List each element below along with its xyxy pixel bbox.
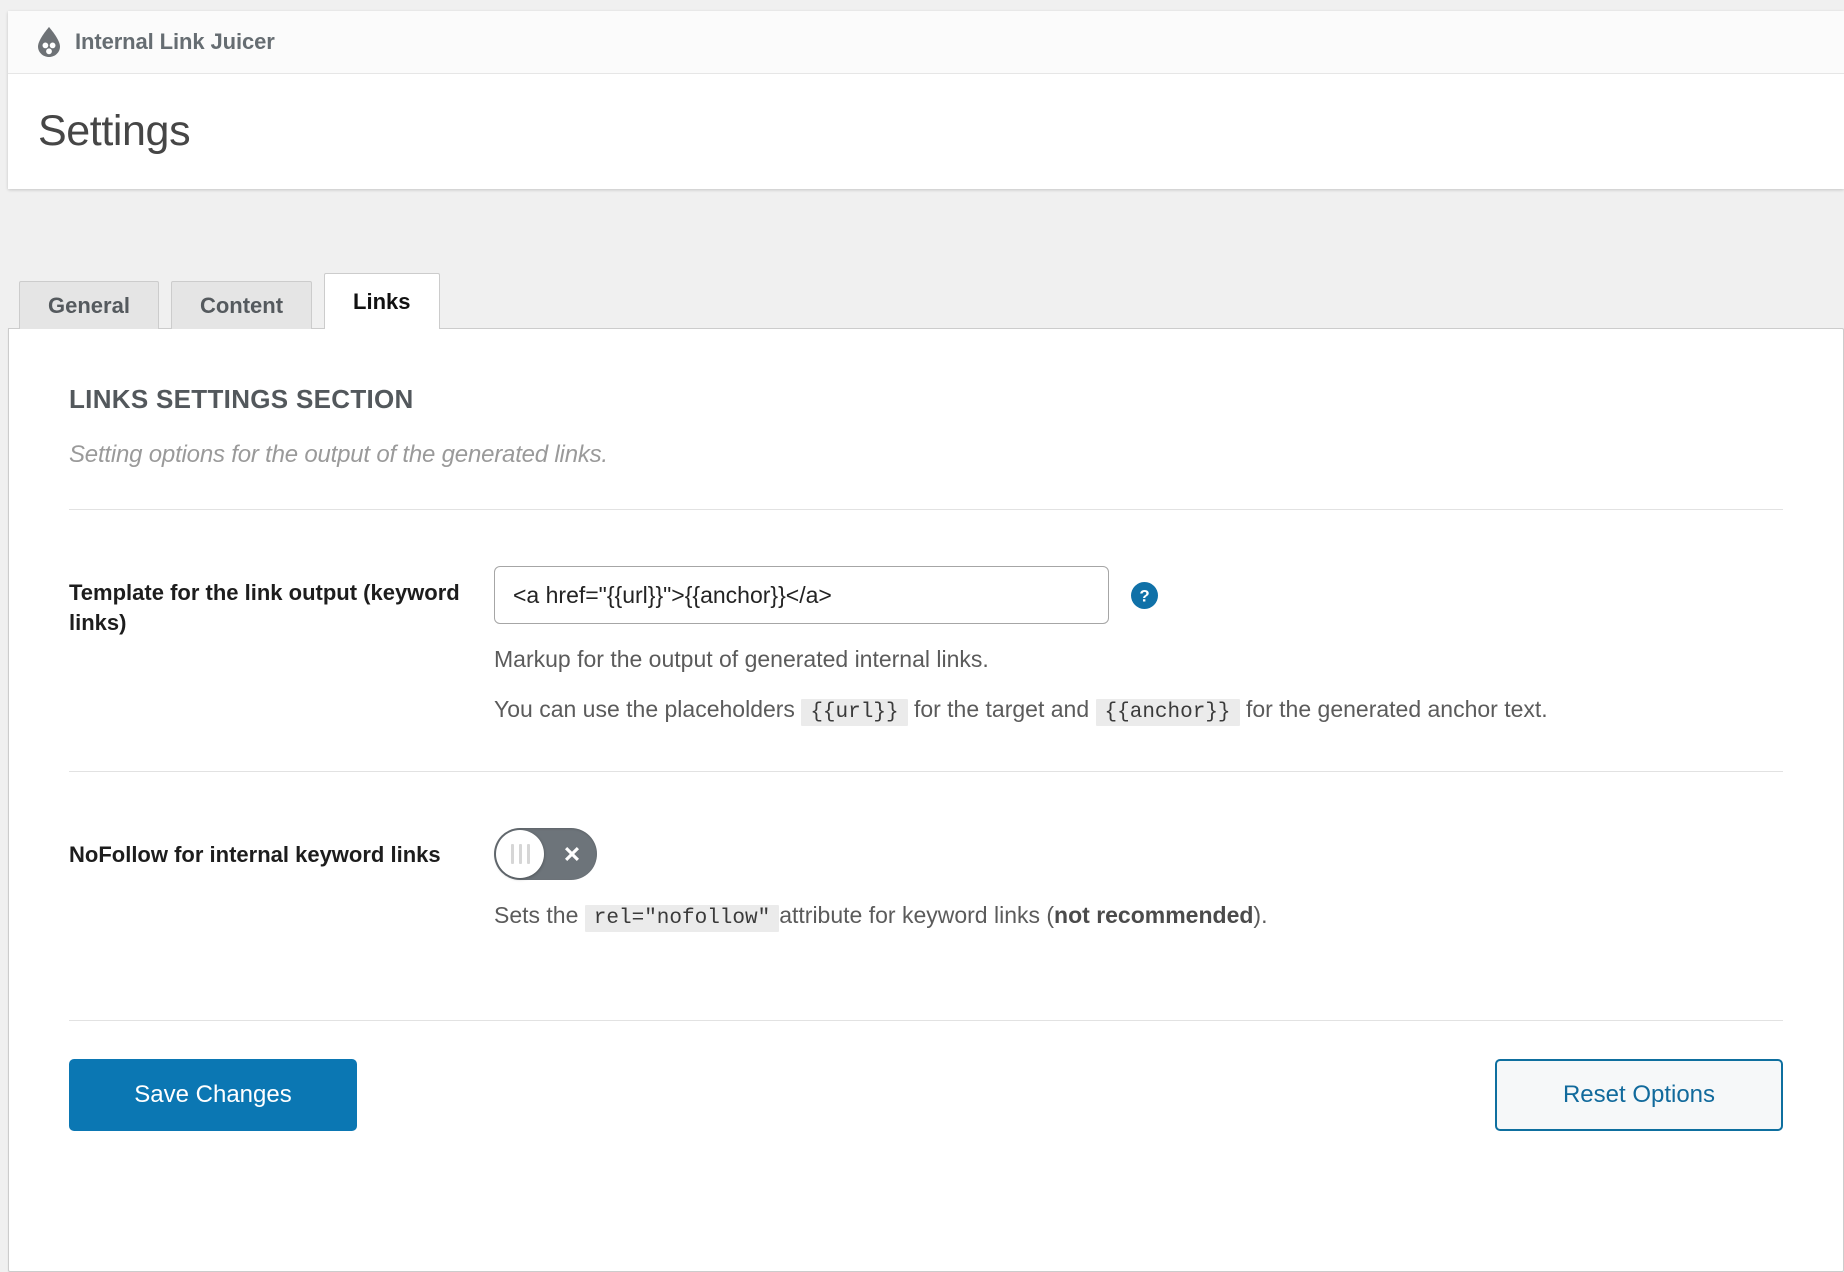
nofollow-text-bold: not recommended [1054, 902, 1254, 929]
nofollow-field-label: NoFollow for internal keyword links [69, 842, 441, 868]
section-subheading: Setting options for the output of the ge… [69, 441, 608, 468]
nofollow-toggle[interactable] [494, 828, 597, 881]
tab-content[interactable]: Content [170, 281, 313, 329]
grip-line [518, 844, 522, 865]
page-title: Settings [38, 107, 191, 155]
svg-text:?: ? [1139, 586, 1149, 605]
placeholder-anchor-code: {{anchor}} [1095, 698, 1240, 726]
nofollow-text-1: Sets the [494, 902, 579, 929]
template-field-label: Template for the link output (keyword li… [69, 580, 460, 636]
placeholders-text-3: for the generated anchor text. [1245, 695, 1548, 722]
tab-general[interactable]: General [19, 281, 159, 329]
tab-general-label: General [48, 292, 130, 318]
close-x-icon [565, 847, 579, 862]
field-row-template: Template for the link output (keyword li… [69, 510, 1783, 729]
settings-panel: LINKS SETTINGS SECTION Setting options f… [8, 328, 1844, 1272]
grip-line [526, 844, 530, 865]
question-mark-icon[interactable]: ? [1131, 581, 1158, 609]
nofollow-rel-code: rel="nofollow" [584, 905, 780, 933]
link-template-input[interactable] [494, 566, 1109, 624]
template-description: Markup for the output of generated inter… [494, 646, 989, 672]
nofollow-text-3: ). [1253, 902, 1268, 929]
tab-links[interactable]: Links [324, 273, 440, 329]
tab-content-label: Content [199, 292, 284, 318]
brand-title: Internal Link Juicer [75, 29, 275, 54]
page-title-bar: Settings [8, 74, 1844, 189]
nofollow-description: Sets the rel="nofollow" attribute for key… [494, 898, 1684, 936]
nofollow-text-2: attribute for keyword links ( [779, 902, 1055, 929]
field-row-nofollow: NoFollow for internal keyword links Sets… [69, 772, 1783, 936]
placeholders-text-2: for the target and [913, 695, 1090, 722]
toggle-knob [496, 830, 544, 879]
section-heading: LINKS SETTINGS SECTION [69, 384, 414, 414]
settings-tabs: General Content Links [19, 273, 452, 329]
plugin-header-card: Internal Link Juicer Settings [8, 11, 1844, 189]
brand-bar: Internal Link Juicer [8, 11, 1844, 74]
water-drop-icon [38, 27, 60, 57]
placeholder-url-code: {{url}} [801, 698, 908, 726]
save-changes-button[interactable]: Save Changes [69, 1058, 357, 1131]
grip-line [510, 844, 514, 865]
placeholders-text-1: You can use the placeholders [494, 695, 795, 722]
tab-links-label: Links [353, 288, 411, 314]
template-placeholders-description: You can use the placeholders {{url}} for… [494, 692, 1684, 730]
reset-options-button[interactable]: Reset Options [1495, 1058, 1783, 1131]
panel-footer: Save Changes Reset Options [69, 1021, 1783, 1186]
